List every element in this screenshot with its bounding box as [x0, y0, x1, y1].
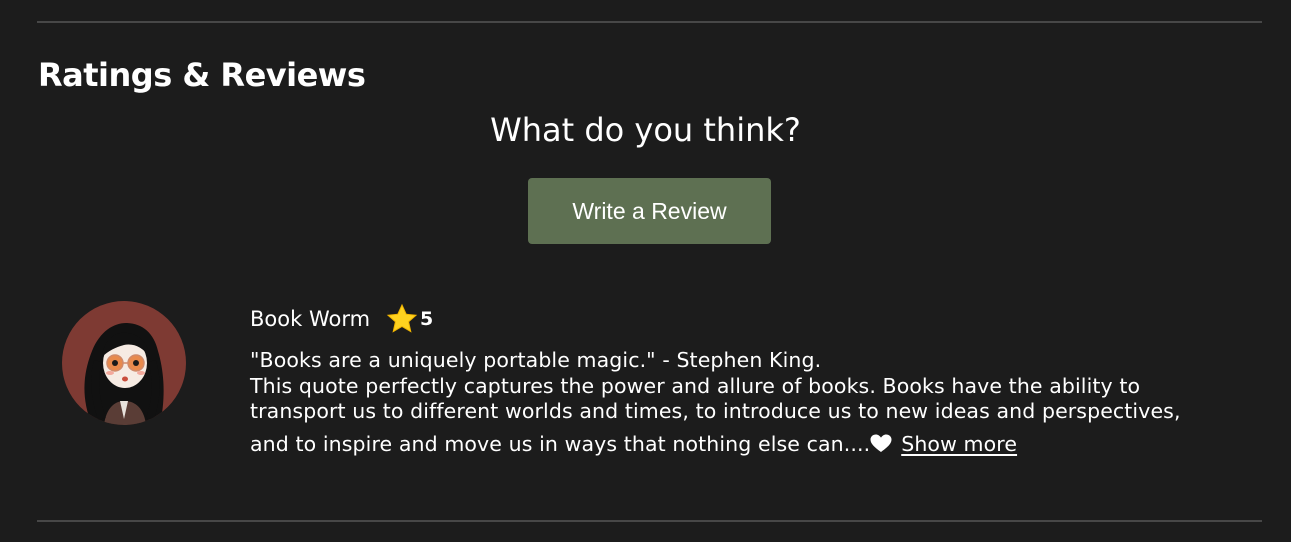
reviewer-name: Book Worm [250, 307, 371, 331]
reviewer-line: Book Worm 5 [250, 303, 433, 335]
top-divider [37, 21, 1262, 23]
show-more-link[interactable]: Show more [901, 432, 1017, 456]
review-prompt: What do you think? [490, 111, 801, 149]
bottom-divider [37, 520, 1262, 522]
review-last-line-text: and to inspire and move us in ways that … [250, 431, 871, 456]
review-quote: "Books are a uniquely portable magic." -… [250, 348, 822, 372]
review-text: "Books are a uniquely portable magic." -… [250, 348, 1240, 457]
section-title: Ratings & Reviews [38, 56, 366, 94]
rating-value: 5 [420, 308, 434, 330]
write-review-button[interactable]: Write a Review [528, 178, 771, 244]
review-body: This quote perfectly captures the power … [250, 373, 1181, 424]
heart-icon [870, 434, 892, 453]
avatar [62, 301, 186, 425]
review-last-line: and to inspire and move us in ways that … [250, 432, 1240, 458]
star-icon [386, 303, 418, 335]
